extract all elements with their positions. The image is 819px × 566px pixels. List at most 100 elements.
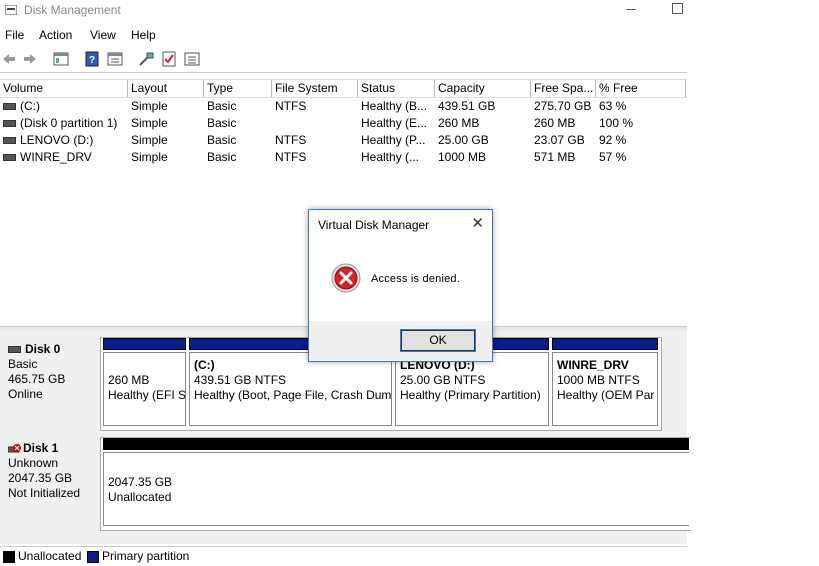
- toolbar: ?: [0, 46, 687, 73]
- volume-layout: Simple: [131, 150, 168, 164]
- volume-layout: Simple: [131, 99, 168, 113]
- volume-type: Basic: [207, 150, 237, 164]
- partition-size: 1000 MB NTFS: [557, 373, 640, 387]
- close-icon[interactable]: ✕: [471, 216, 484, 231]
- column-header-status[interactable]: Status: [358, 80, 435, 97]
- partition-status: Healthy (Primary Partition): [400, 388, 541, 402]
- volume-free-space: 260 MB: [534, 116, 576, 130]
- error-dialog: Virtual Disk Manager ✕ Access is denied.…: [308, 209, 493, 362]
- legend-label-primary: Primary partition: [102, 549, 190, 563]
- volume-layout: Simple: [131, 133, 168, 147]
- disk-1-name: Disk 1: [23, 441, 59, 455]
- drive-icon: [3, 103, 16, 111]
- volume-layout: Simple: [131, 116, 168, 130]
- maximize-button[interactable]: [672, 3, 683, 14]
- volume-type: Basic: [207, 99, 237, 113]
- table-row[interactable]: (Disk 0 partition 1) Simple Basic Health…: [0, 115, 687, 132]
- volume-file-system: NTFS: [275, 133, 307, 147]
- partition-status: Healthy (Boot, Page File, Crash Dum: [194, 388, 392, 402]
- volume-free-space: 275.70 GB: [534, 99, 592, 113]
- dialog-footer: OK: [309, 321, 492, 361]
- disk-offline-icon: [7, 443, 21, 453]
- volume-status: Healthy (B...: [361, 99, 428, 113]
- volume-capacity: 25.00 GB: [438, 133, 489, 147]
- volume-file-system: [272, 115, 358, 132]
- legend-swatch-primary: [87, 551, 99, 563]
- partition-size: 439.51 GB NTFS: [194, 373, 287, 387]
- forward-icon[interactable]: [22, 51, 38, 67]
- volume-status: Healthy (E...: [361, 116, 428, 130]
- volume-capacity: 1000 MB: [438, 150, 487, 164]
- legend-swatch-unallocated: [3, 551, 15, 563]
- menu-action[interactable]: Action: [39, 28, 72, 42]
- column-header-layout[interactable]: Layout: [128, 80, 204, 97]
- menu-help[interactable]: Help: [131, 28, 156, 42]
- column-header-percent-free[interactable]: % Free: [596, 80, 686, 97]
- svg-text:?: ?: [89, 55, 95, 66]
- volume-file-system: NTFS: [275, 99, 307, 113]
- volume-name: (Disk 0 partition 1): [20, 116, 118, 130]
- volume-type: Basic: [207, 133, 237, 147]
- back-icon[interactable]: [1, 51, 17, 67]
- partition-winre[interactable]: WINRE_DRV 1000 MB NTFS Healthy (OEM Par: [552, 338, 658, 426]
- table-row[interactable]: WINRE_DRV Simple Basic NTFS Healthy (...…: [0, 149, 687, 166]
- column-header-type[interactable]: Type: [204, 80, 272, 97]
- disk-0-size: 465.75 GB: [8, 372, 66, 386]
- title-bar: Disk Management: [0, 0, 687, 22]
- volume-file-system: NTFS: [275, 150, 307, 164]
- partition-size: 2047.35 GB: [108, 475, 173, 489]
- partition-efi[interactable]: 260 MB Healthy (EFI S: [103, 338, 186, 426]
- volume-list-header: Volume Layout Type File System Status Ca…: [0, 79, 687, 98]
- partition-label: WINRE_DRV: [557, 358, 629, 372]
- help-icon[interactable]: ?: [84, 51, 100, 67]
- ok-button[interactable]: OK: [400, 329, 476, 352]
- partition-unallocated[interactable]: 2047.35 GB Unallocated: [103, 438, 689, 526]
- connect-icon[interactable]: [138, 51, 154, 67]
- volume-type: Basic: [207, 116, 237, 130]
- disk-graphic-view: Disk 0 Basic 465.75 GB Online 260 MB Hea…: [0, 331, 691, 544]
- volume-status: Healthy (P...: [361, 133, 426, 147]
- legend: Unallocated Primary partition: [0, 546, 687, 566]
- properties-icon[interactable]: [107, 51, 123, 67]
- column-header-file-system[interactable]: File System: [272, 80, 358, 97]
- error-icon: [331, 263, 361, 293]
- partition-status: Healthy (OEM Par: [557, 388, 655, 402]
- partition-type-bar: [103, 338, 186, 350]
- legend-label-unallocated: Unallocated: [18, 549, 82, 563]
- list-icon[interactable]: [184, 51, 200, 67]
- menu-view[interactable]: View: [90, 28, 116, 42]
- partition-size: 25.00 GB NTFS: [400, 373, 486, 387]
- disk-1-size: 2047.35 GB: [8, 471, 73, 485]
- disk-0-state: Online: [8, 387, 43, 401]
- volume-free-space: 571 MB: [534, 150, 576, 164]
- column-header-volume[interactable]: Volume: [0, 80, 128, 97]
- disk-1-state: Not Initialized: [8, 486, 81, 500]
- minimize-button[interactable]: [626, 9, 636, 10]
- volume-name: WINRE_DRV: [20, 150, 92, 164]
- partition-status: Unallocated: [108, 490, 172, 504]
- volume-capacity: 260 MB: [438, 116, 480, 130]
- disk-0-type: Basic: [8, 357, 38, 371]
- disk-0-info[interactable]: Disk 0 Basic 465.75 GB Online: [2, 342, 98, 402]
- disk-1-type: Unknown: [8, 456, 59, 470]
- disk-icon: [8, 346, 21, 354]
- table-row[interactable]: (C:) Simple Basic NTFS Healthy (B... 439…: [0, 98, 687, 115]
- partition-status: Healthy (EFI S: [108, 388, 186, 402]
- column-header-capacity[interactable]: Capacity: [435, 80, 531, 97]
- volume-percent-free: 63 %: [599, 99, 627, 113]
- column-header-free-space[interactable]: Free Spa...: [531, 80, 596, 97]
- menu-file[interactable]: File: [5, 28, 24, 42]
- volume-percent-free: 100 %: [599, 116, 634, 130]
- table-row[interactable]: LENOVO (D:) Simple Basic NTFS Healthy (P…: [0, 132, 687, 149]
- volume-percent-free: 57 %: [599, 150, 627, 164]
- console-tree-icon[interactable]: [53, 51, 69, 67]
- checklist-icon[interactable]: [161, 51, 177, 67]
- volume-status: Healthy (...: [361, 150, 420, 164]
- window-title: Disk Management: [24, 3, 121, 17]
- volume-percent-free: 92 %: [599, 133, 627, 147]
- disk-0-name: Disk 0: [25, 342, 61, 356]
- disk-1-info[interactable]: Disk 1 Unknown 2047.35 GB Not Initialize…: [2, 441, 98, 501]
- volume-capacity: 439.51 GB: [438, 99, 496, 113]
- disk-1-partitions: 2047.35 GB Unallocated: [100, 437, 691, 531]
- dialog-title: Virtual Disk Manager: [318, 218, 430, 232]
